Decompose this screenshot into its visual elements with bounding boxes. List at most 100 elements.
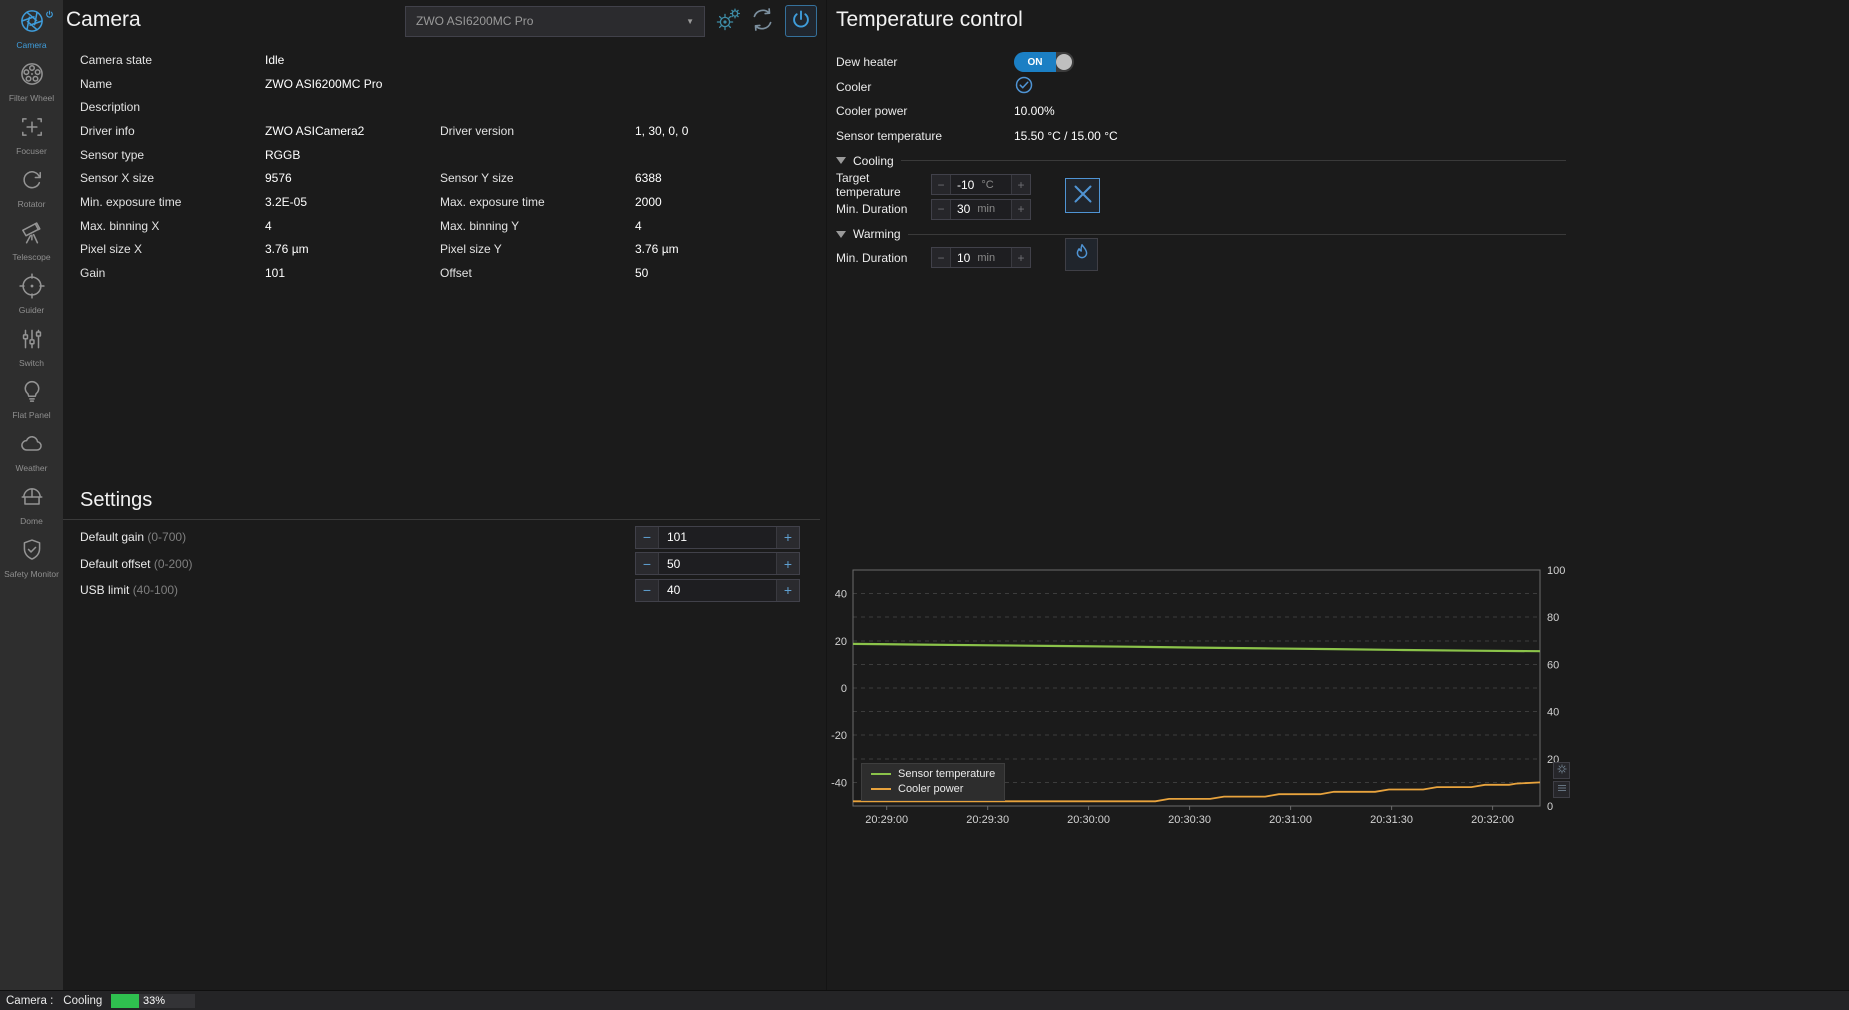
chart-list-button[interactable] — [1553, 781, 1570, 798]
decrement-button[interactable]: − — [636, 579, 658, 601]
svg-text:0: 0 — [1547, 801, 1553, 813]
power-indicator-icon — [45, 6, 54, 24]
info-label: Max. binning X — [80, 218, 160, 233]
setting-label: Default gain (0-700) — [80, 530, 187, 545]
toggle-knob — [1056, 54, 1072, 71]
info-label: Driver info — [80, 123, 135, 138]
expander-triangle-icon — [836, 230, 846, 238]
increment-button[interactable]: + — [1012, 175, 1030, 195]
check-circle-icon — [1014, 75, 1034, 98]
target-temperature-input[interactable]: -10 — [957, 178, 974, 192]
info-value: RGGB — [265, 147, 301, 162]
info-value: ZWO ASI6200MC Pro — [265, 76, 383, 91]
sidebar-item-label: Camera — [16, 40, 47, 50]
info-value — [635, 143, 820, 167]
sensor-temperature-label: Sensor temperature — [836, 129, 943, 144]
svg-text:20:31:30: 20:31:30 — [1370, 814, 1413, 826]
sidebar-item-rotator[interactable]: Rotator — [0, 164, 63, 211]
decrement-button[interactable]: − — [636, 526, 658, 548]
divider — [907, 233, 1566, 235]
settings-row: Default gain (0-700) −101 + — [80, 524, 802, 551]
increment-button[interactable]: + — [1012, 248, 1030, 268]
sidebar-item-filter-wheel[interactable]: Filter Wheel — [0, 58, 63, 105]
warming-expander[interactable]: Warming — [836, 223, 1566, 246]
flat-panel-icon — [19, 378, 45, 409]
warming-duration-stepper: − 10 min + — [931, 247, 1031, 269]
sidebar-item-camera[interactable]: Camera — [0, 5, 63, 52]
cooling-duration-input[interactable]: 30 — [957, 202, 970, 216]
decrement-button[interactable]: − — [636, 553, 658, 575]
chart-settings-button[interactable] — [1553, 762, 1570, 779]
info-label: Driver version — [440, 123, 515, 138]
sidebar-item-switch[interactable]: Switch — [0, 323, 63, 370]
info-label: Camera state — [80, 52, 153, 67]
setting-label: Default offset (0-200) — [80, 556, 193, 571]
sidebar-item-guider[interactable]: Guider — [0, 270, 63, 317]
info-value: 9576 — [265, 171, 292, 186]
cooler-checkbox[interactable] — [1014, 75, 1034, 98]
rescan-devices-button[interactable] — [747, 5, 777, 37]
sidebar-item-label: Rotator — [17, 198, 46, 209]
chart-legend: Sensor temperature Cooler power — [861, 763, 1006, 801]
panel-divider — [826, 0, 827, 990]
weather-icon — [19, 431, 45, 462]
setting-value-input[interactable]: 40 — [658, 579, 777, 601]
target-temperature-row: Target temperature − -10 °C + — [836, 171, 1566, 199]
sidebar-item-telescope[interactable]: Telescope — [0, 217, 63, 264]
setting-value-input[interactable]: 101 — [658, 526, 777, 548]
svg-text:20:32:00: 20:32:00 — [1471, 814, 1514, 826]
increment-button[interactable]: + — [777, 579, 799, 601]
stop-cooling-button[interactable] — [1065, 178, 1100, 213]
cooling-section-label: Cooling — [853, 153, 894, 168]
expander-triangle-icon — [836, 157, 846, 165]
increment-button[interactable]: + — [777, 526, 799, 548]
dew-heater-toggle[interactable]: ON — [1014, 52, 1074, 73]
warming-duration-input[interactable]: 10 — [957, 251, 970, 265]
flame-icon — [1071, 242, 1093, 267]
decrement-button[interactable]: − — [932, 199, 950, 219]
dew-heater-label: Dew heater — [836, 55, 898, 70]
sidebar-item-label: Switch — [18, 357, 45, 368]
sensor-temperature-value: 15.50 °C / 15.00 °C — [1014, 129, 1118, 144]
sidebar-item-label: Safety Monitor — [4, 569, 59, 580]
connect-camera-button[interactable] — [785, 5, 817, 37]
sidebar-item-flat-panel[interactable]: Flat Panel — [0, 375, 63, 422]
guider-icon — [18, 272, 45, 304]
cooling-duration-row: Min. Duration − 30 min + — [836, 197, 1566, 222]
camera-info-table: Camera state Idle Name ZWO ASI6200MC Pro Des… — [80, 48, 820, 285]
device-settings-button[interactable] — [713, 5, 743, 37]
svg-text:20:30:30: 20:30:30 — [1168, 814, 1211, 826]
svg-text:60: 60 — [1547, 659, 1559, 671]
info-label: Name — [80, 76, 113, 91]
setting-range: (0-700) — [147, 530, 187, 545]
start-warming-button[interactable] — [1065, 238, 1098, 271]
increment-button[interactable]: + — [777, 553, 799, 575]
sidebar-item-label: Filter Wheel — [8, 92, 55, 103]
setting-stepper: −40 + — [635, 578, 800, 602]
warming-section-label: Warming — [853, 227, 901, 242]
sidebar-item-focuser[interactable]: Focuser — [0, 111, 63, 158]
info-value — [265, 95, 440, 119]
setting-value-input[interactable]: 50 — [658, 553, 777, 575]
temperature-chart: 20:29:00 20:29:30 20:30:00 20:30:30 20:31:00… — [828, 558, 1573, 836]
camera-device-select[interactable]: ZWO ASI6200MC Pro ▼ — [405, 5, 705, 37]
status-bar: Camera : Cooling 33% — [0, 990, 1849, 1010]
decrement-button[interactable]: − — [932, 175, 950, 195]
info-value — [635, 72, 820, 96]
sidebar: Camera Filter Wheel Focuser Rotator Telescop… — [0, 0, 63, 990]
increment-button[interactable]: + — [1012, 199, 1030, 219]
cooling-expander[interactable]: Cooling — [836, 149, 1566, 172]
info-value: 6388 — [635, 171, 662, 186]
sidebar-item-weather[interactable]: Weather — [0, 428, 63, 475]
sidebar-item-dome[interactable]: Dome — [0, 481, 63, 528]
sidebar-item-safety-monitor[interactable]: Safety Monitor — [0, 534, 63, 581]
info-label — [440, 143, 635, 167]
legend-item: Cooler power — [871, 783, 995, 795]
info-label: Max. exposure time — [440, 194, 545, 209]
legend-label: Cooler power — [898, 783, 964, 795]
info-label: Pixel size X — [80, 242, 143, 257]
svg-text:-40: -40 — [831, 777, 847, 789]
settings-title: Settings — [80, 489, 153, 511]
decrement-button[interactable]: − — [932, 248, 950, 268]
divider — [63, 519, 820, 520]
